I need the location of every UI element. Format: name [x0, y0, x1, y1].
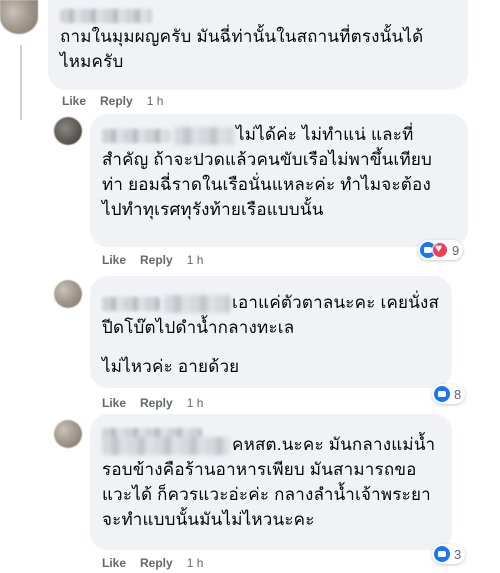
commenter-avatar[interactable] [54, 280, 82, 308]
comment-text-line: เอาแค่ตัวตาลนะคะ เคยนั่งส [102, 290, 440, 315]
reply-button[interactable]: Reply [100, 94, 133, 108]
commenter-name[interactable] [102, 420, 440, 440]
comment-actions: Like Reply 1 h [62, 94, 177, 108]
reaction-summary[interactable]: 8 [432, 384, 466, 404]
commenter-avatar[interactable] [54, 420, 82, 448]
comment-text-line: ไม่ได้ค่ะ ไม่ทำแน่ และที่ [102, 122, 456, 147]
comment-text-line: ไหมครับ [60, 52, 124, 71]
comment-time[interactable]: 1 h [147, 94, 164, 108]
comment-text-line: ถามในมุมผญครับ มันฉี่ท่านั้นในสถานที่ตรง… [60, 27, 424, 46]
reaction-count: 9 [452, 242, 460, 258]
like-reaction-icon [434, 546, 450, 562]
comment-text-line: แวะได้ ก็ควรแวะอ่ะค่ะ กลางลำน้ำเจ้าพระยา [102, 485, 431, 504]
like-reaction-icon [434, 386, 450, 402]
comment-bubble: ไม่ได้ค่ะ ไม่ทำแน่ และที่ สำคัญ ถ้าจะปวด… [90, 114, 468, 247]
comment-text-line: รอบข้างคือร้านอาหารเพียบ มันสามารถขอ [102, 460, 417, 479]
like-button[interactable]: Like [102, 556, 126, 570]
thread-connector [20, 45, 22, 120]
comment-time[interactable]: 1 h [187, 396, 204, 410]
comment-text-line: ปีดโบ๊ตไปดำน้ำกลางทะเล [102, 318, 295, 337]
reply-button[interactable]: Reply [140, 253, 173, 267]
comment-text-line: จะทำแบบนั้นมันไม่ไหวนะคะ [102, 510, 315, 529]
comment-time[interactable]: 1 h [187, 556, 204, 570]
comment-actions: Like Reply 1 h [102, 556, 217, 570]
commenter-name[interactable] [60, 2, 456, 23]
comment-actions: Like Reply 1 h [102, 253, 217, 267]
reaction-count: 8 [454, 386, 462, 402]
reply-button[interactable]: Reply [140, 396, 173, 410]
reaction-summary[interactable]: 3 [432, 544, 466, 564]
comment-bubble: เอาแค่ตัวตาลนะคะ เคยนั่งส ปีดโบ๊ตไปดำน้ำ… [90, 276, 452, 388]
commenter-name[interactable] [102, 296, 160, 311]
comment-text-line: ท่า ยอมฉี่ราดในเรือนั่นแหละค่ะ ทำไมจะต้อ… [102, 175, 431, 194]
comment-text-line: ไม่ไหวค่ะ อายด้วย [102, 357, 240, 376]
love-reaction-icon [432, 241, 448, 258]
reaction-count: 3 [454, 546, 462, 562]
like-button[interactable]: Like [102, 396, 126, 410]
comment-time[interactable]: 1 h [187, 253, 204, 267]
comment-actions: Like Reply 1 h [102, 396, 217, 410]
commenter-avatar[interactable] [0, 0, 38, 34]
comment-bubble: ถามในมุมผญครับ มันฉี่ท่านั้นในสถานที่ตรง… [48, 0, 468, 90]
commenter-name[interactable] [102, 128, 170, 143]
reply-button[interactable]: Reply [140, 556, 173, 570]
comment-text-line: ไปทำทุเรศทุรังท้ายเรือแบบนั้น [102, 200, 324, 219]
like-button[interactable]: Like [62, 94, 86, 108]
reaction-summary[interactable]: 9 [418, 240, 464, 260]
comment-bubble: คหสต.นะคะ มันกลางแม่น้ำ รอบข้างคือร้านอา… [90, 414, 452, 550]
comment-text-line: สำคัญ ถ้าจะปวดแล้วคนขับเรือไม่พาขึ้นเทีย… [102, 150, 433, 169]
commenter-avatar[interactable] [54, 117, 82, 145]
like-button[interactable]: Like [102, 253, 126, 267]
